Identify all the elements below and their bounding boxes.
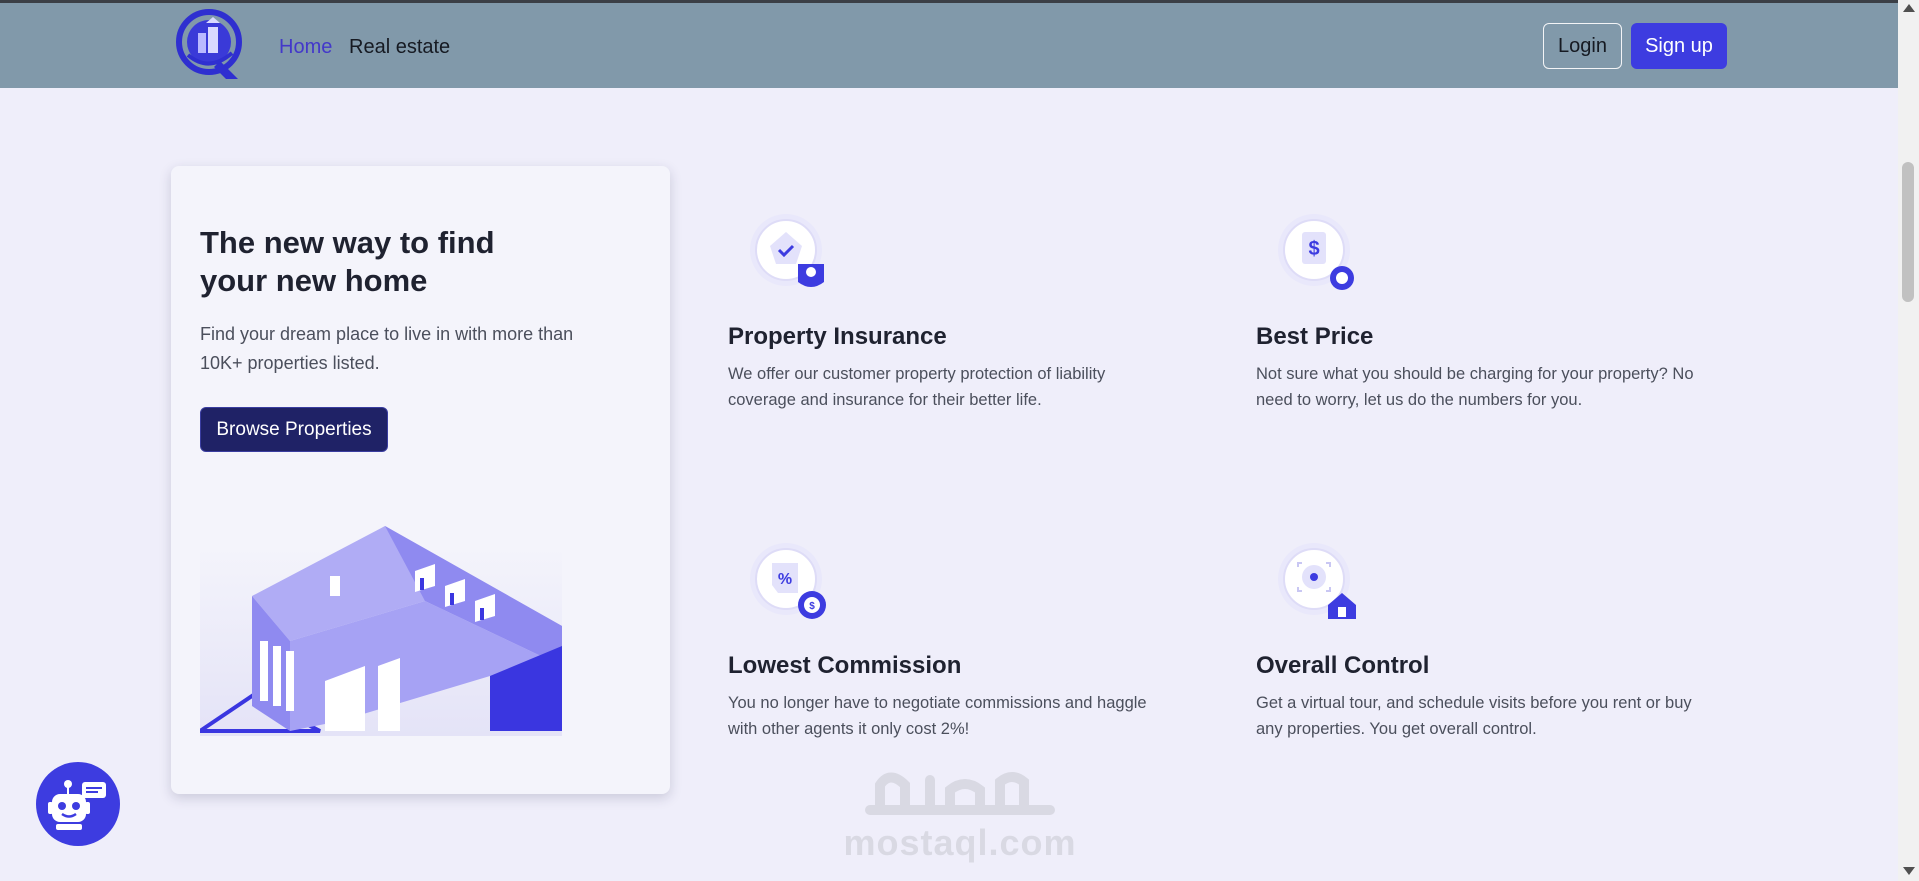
feature-description: Get a virtual tour, and schedule visits … [1256,694,1692,738]
chatbot-button[interactable] [36,762,120,846]
price-tag-icon: $ [1278,214,1354,290]
feature-description: You no longer have to negotiate commissi… [728,694,1147,738]
watermark: mostaql.com [840,750,1080,865]
svg-text:$: $ [1308,238,1319,260]
page-scrollbar[interactable] [1898,0,1919,881]
login-button[interactable]: Login [1543,23,1622,69]
signup-button[interactable]: Sign up [1631,23,1727,69]
feature-title: Lowest Commission [728,652,962,679]
house-illustration [200,526,562,736]
svg-text:%: % [778,571,792,588]
navbar: Home Real estate Login Sign up [0,3,1898,88]
feature-title: Best Price [1256,323,1374,350]
hero-card: The new way to find your new home Find y… [171,166,670,794]
feature-title: Overall Control [1256,652,1430,679]
svg-text:$: $ [809,601,815,612]
feature-title: Property Insurance [728,323,947,350]
scroll-up-arrow-icon[interactable] [1903,4,1915,12]
hero-title: The new way to find your new home [200,225,495,298]
watermark-logo-icon [865,772,1055,815]
target-house-icon [1278,543,1356,619]
logo-icon[interactable] [176,9,246,83]
percent-tag-icon: % $ [750,543,826,619]
feature-description: We offer our customer property protectio… [728,365,1106,409]
shield-house-icon [750,214,824,287]
nav-link-home[interactable]: Home [279,36,332,59]
nav-link-real-estate[interactable]: Real estate [349,36,450,59]
feature-description: Not sure what you should be charging for… [1256,365,1694,409]
browse-properties-button[interactable]: Browse Properties [200,407,388,452]
watermark-text: mostaql.com [843,822,1077,863]
scroll-down-arrow-icon[interactable] [1903,867,1915,875]
scrollbar-thumb[interactable] [1902,162,1914,302]
robot-chat-icon [48,780,106,830]
hero-subtitle: Find your dream place to live in with mo… [200,324,574,373]
